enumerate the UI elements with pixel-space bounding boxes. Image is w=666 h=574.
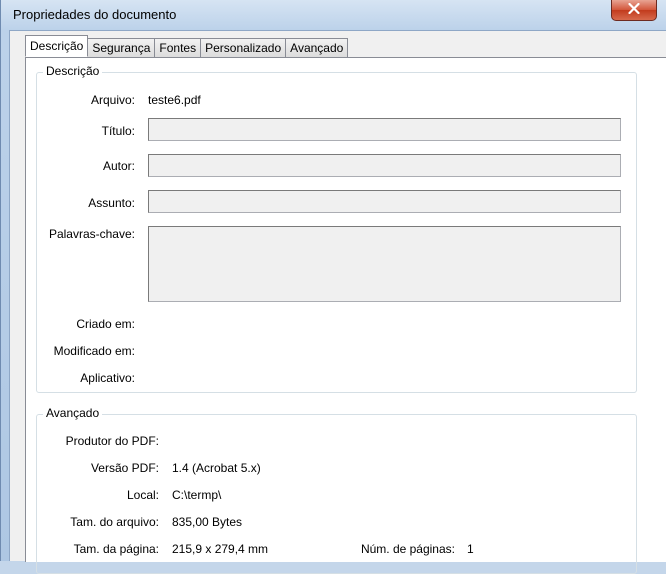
file-size-label: Tam. do arquivo: <box>70 515 159 529</box>
tab-descricao[interactable]: Descrição <box>25 35 89 57</box>
title-field[interactable] <box>148 118 621 141</box>
page-count-label: Núm. de páginas: <box>360 542 455 556</box>
close-icon <box>628 2 640 17</box>
application-label: Aplicativo: <box>80 371 135 385</box>
description-group: Descrição Arquivo: teste6.pdf Título: Au… <box>36 64 637 393</box>
tab-fontes[interactable]: Fontes <box>154 38 202 57</box>
author-label: Autor: <box>102 159 135 173</box>
title-bar[interactable]: Propriedades do documento <box>1 0 666 30</box>
author-field[interactable] <box>148 154 621 177</box>
file-size-value: 835,00 Bytes <box>172 515 243 529</box>
page-size-value: 215,9 x 279,4 mm <box>172 542 269 556</box>
document-properties-window: Propriedades do documento Descrição Segu… <box>0 0 666 574</box>
tab-strip: Descrição Segurança Fontes Personalizado… <box>25 35 349 57</box>
file-value: teste6.pdf <box>148 93 201 107</box>
dialog-client-area: Descrição Segurança Fontes Personalizado… <box>9 30 666 574</box>
tab-seguranca[interactable]: Segurança <box>87 38 156 57</box>
location-value: C:\termp\ <box>172 488 222 502</box>
created-label: Criado em: <box>76 317 135 331</box>
title-label: Título: <box>101 124 135 138</box>
pdf-version-label: Versão PDF: <box>90 461 159 475</box>
subject-label: Assunto: <box>88 196 135 210</box>
subject-field[interactable] <box>148 190 621 213</box>
window-title: Propriedades do documento <box>13 7 177 22</box>
location-label: Local: <box>126 488 159 502</box>
keywords-label: Palavras-chave: <box>48 227 135 241</box>
advanced-group-title: Avançado <box>43 406 103 420</box>
keywords-field[interactable] <box>148 226 621 302</box>
advanced-group: Avançado Produtor do PDF: Versão PDF: 1.… <box>36 406 637 574</box>
close-button[interactable] <box>611 0 657 21</box>
tab-avancado[interactable]: Avançado <box>285 38 349 57</box>
page-count-value: 1 <box>467 542 474 556</box>
tab-panel-descricao: Descrição Arquivo: teste6.pdf Título: Au… <box>25 57 666 574</box>
page-size-label: Tam. da página: <box>73 542 159 556</box>
description-group-title: Descrição <box>43 64 103 78</box>
tab-personalizado[interactable]: Personalizado <box>200 38 287 57</box>
file-label: Arquivo: <box>90 93 135 107</box>
pdf-version-value: 1.4 (Acrobat 5.x) <box>172 461 261 475</box>
pdf-producer-label: Produtor do PDF: <box>65 434 159 448</box>
modified-label: Modificado em: <box>53 344 135 358</box>
